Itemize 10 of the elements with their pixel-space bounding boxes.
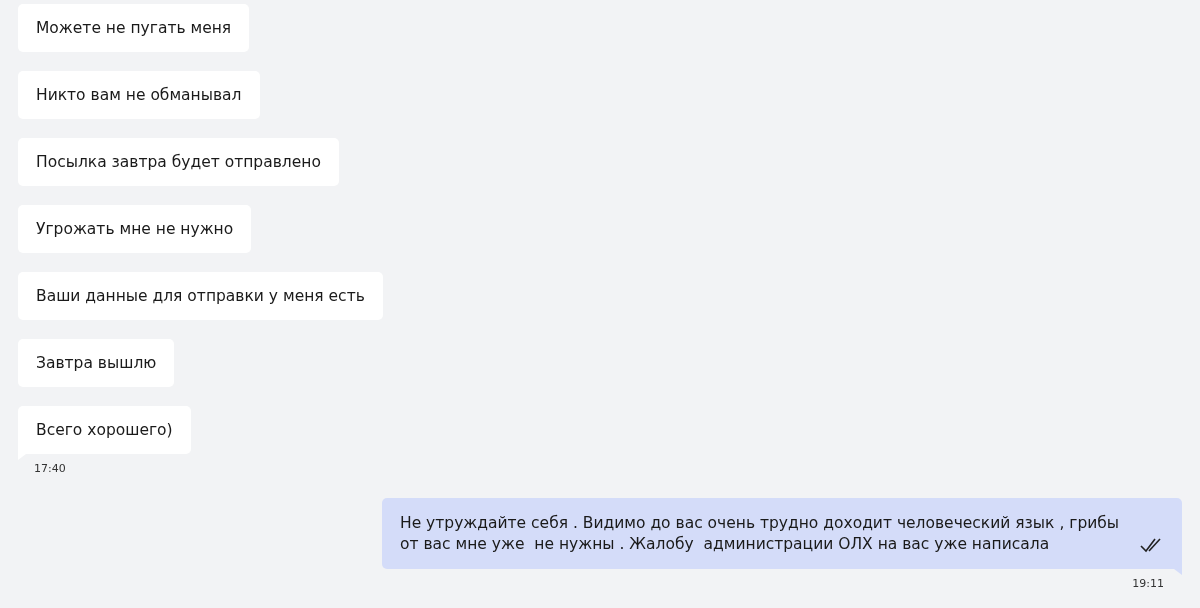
message-text: Угрожать мне не нужно <box>36 219 234 240</box>
message-time: 19:11 <box>1132 577 1164 590</box>
message-text: Всего хорошего) <box>36 420 173 441</box>
message-text: Завтра вышлю <box>36 353 157 374</box>
message-text: Посылка завтра будет отправлено <box>36 152 321 173</box>
message-time: 17:40 <box>34 462 66 475</box>
message-text: Не утруждайте себя . Видимо до вас очень трудно доходит человеческий язык , грибы от вас мне уже не нужны . Жалобу администрации ОЛХ на вас уже написала <box>400 513 1120 555</box>
message-text: Никто вам не обманывал <box>36 85 242 106</box>
message-text: Ваши данные для отправки у меня есть <box>36 286 365 307</box>
message-text: Можете не пугать меня <box>36 18 232 39</box>
